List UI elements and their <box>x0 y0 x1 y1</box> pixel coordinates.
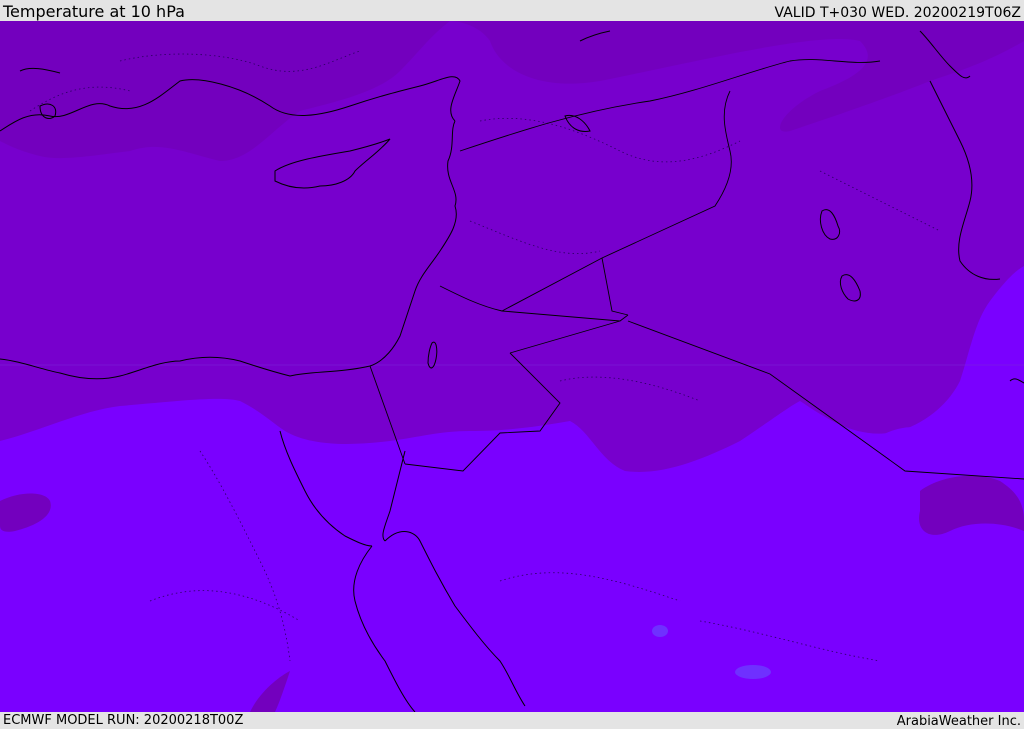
map-title: Temperature at 10 hPa <box>3 2 185 21</box>
credit-label: ArabiaWeather Inc. <box>896 714 1021 729</box>
weather-map[interactable] <box>0 21 1024 712</box>
header-bar: Temperature at 10 hPa VALID T+030 WED. 2… <box>0 0 1024 21</box>
temp-spot-2 <box>735 665 771 679</box>
temp-spot-1 <box>652 625 668 637</box>
model-run-label: ECMWF MODEL RUN: 20200218T00Z <box>3 713 244 728</box>
map-canvas <box>0 21 1024 712</box>
footer-bar: ECMWF MODEL RUN: 20200218T00Z ArabiaWeat… <box>0 712 1024 729</box>
valid-time: VALID T+030 WED. 20200219T06Z <box>774 5 1021 21</box>
